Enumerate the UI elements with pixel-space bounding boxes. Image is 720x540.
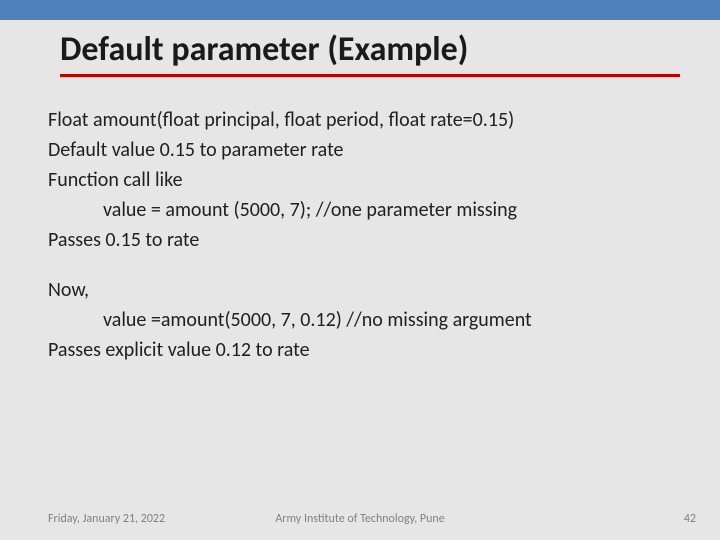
footer: Friday, January 21, 2022 Army Institute … [0, 512, 720, 526]
line-2: Default value 0.15 to parameter rate [48, 135, 672, 165]
line-7: value =amount(5000, 7, 0.12) //no missin… [48, 305, 672, 335]
slide: Default parameter (Example) Float amount… [0, 0, 720, 540]
footer-org: Army Institute of Technology, Pune [275, 512, 444, 526]
line-4: value = amount (5000, 7); //one paramete… [48, 195, 672, 225]
line-5: Passes 0.15 to rate [48, 225, 672, 255]
title-underline [60, 74, 680, 77]
line-8: Passes explicit value 0.12 to rate [48, 335, 672, 365]
line-6: Now, [48, 275, 672, 305]
line-1: Float amount(float principal, float peri… [48, 105, 672, 135]
line-3: Function call like [48, 165, 672, 195]
footer-date: Friday, January 21, 2022 [48, 512, 165, 526]
title-block: Default parameter (Example) [60, 32, 680, 77]
slide-title: Default parameter (Example) [60, 32, 680, 68]
top-accent-band [0, 0, 720, 20]
footer-page-number: 42 [684, 512, 696, 526]
body-text: Float amount(float principal, float peri… [48, 105, 672, 365]
